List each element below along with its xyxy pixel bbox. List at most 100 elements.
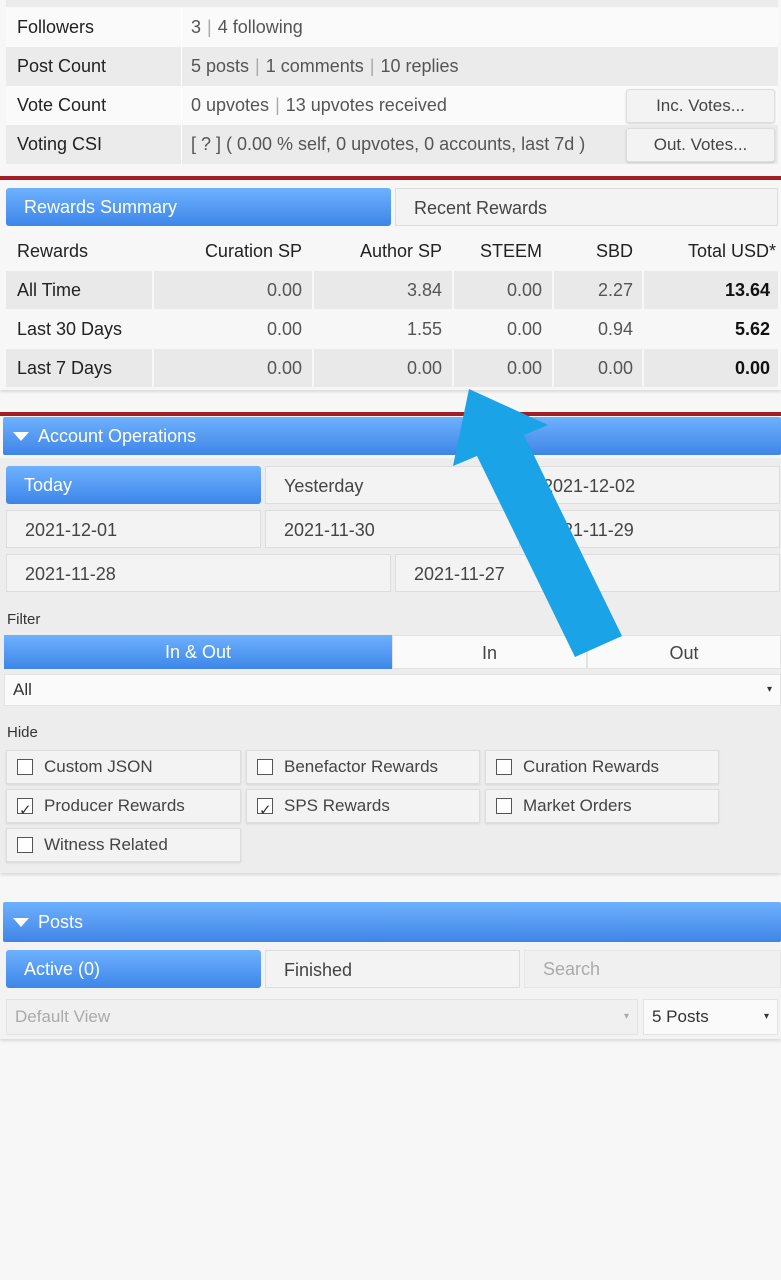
- day-tab[interactable]: 2021-12-01: [6, 510, 261, 548]
- rewards-panel: Rewards Summary Recent Rewards Rewards C…: [0, 180, 781, 390]
- account-operations-panel: Today Yesterday 2021-12-02 2021-12-01 20…: [0, 458, 781, 873]
- header-author-sp: Author SP: [359, 241, 442, 261]
- steem-value: 0.00: [506, 358, 542, 378]
- prev-row-stub: [6, 0, 778, 7]
- stats-row-post-count: Post Count 5 posts | 1 comments | 10 replies: [6, 47, 778, 86]
- filter-in-out[interactable]: In & Out: [4, 635, 392, 669]
- checkbox-sps-rewards[interactable]: ✓ SPS Rewards: [246, 789, 480, 823]
- section-title: Account Operations: [38, 426, 197, 446]
- checkbox-label: Producer Rewards: [44, 796, 185, 815]
- sbd-value: 2.27: [597, 280, 633, 300]
- following-count: 4 following: [217, 17, 303, 37]
- posts-count: 5 posts: [191, 56, 250, 76]
- stats-value: 0 upvotes | 13 upvotes received: [191, 95, 447, 115]
- column-divider: [181, 47, 182, 86]
- section-divider: [0, 412, 781, 416]
- replies-count: 10 replies: [380, 56, 459, 76]
- section-title: Posts: [38, 912, 84, 932]
- checkbox-curation-rewards[interactable]: Curation Rewards: [485, 750, 719, 784]
- column-divider: [181, 125, 182, 164]
- author-sp-value: 3.84: [406, 280, 442, 300]
- curation-sp-value: 0.00: [266, 319, 302, 339]
- steem-value: 0.00: [506, 280, 542, 300]
- followers-count: 3: [191, 17, 202, 37]
- operation-type-select[interactable]: All ▾: [4, 674, 781, 706]
- table-row: Last 30 Days 0.00 1.55 0.00 0.94 5.62: [6, 310, 778, 348]
- day-tab[interactable]: 2021-11-29: [524, 510, 780, 548]
- tab-active-posts[interactable]: Active (0): [6, 950, 261, 988]
- checkbox-label: Benefactor Rewards: [284, 757, 439, 776]
- stats-label: Post Count: [17, 56, 107, 76]
- column-divider: [181, 8, 182, 47]
- column-divider: [181, 86, 182, 125]
- filter-in[interactable]: In: [392, 635, 587, 669]
- curation-sp-value: 0.00: [266, 280, 302, 300]
- stats-row-followers: Followers 3 | 4 following: [6, 8, 778, 47]
- checkbox-label: SPS Rewards: [284, 796, 390, 815]
- incoming-votes-button[interactable]: Inc. Votes...: [626, 89, 775, 123]
- posts-header[interactable]: Posts: [3, 902, 781, 942]
- page: Followers 3 | 4 following Post Count 5 pos…: [0, 0, 781, 1280]
- checkbox-label: Witness Related: [44, 835, 168, 854]
- stats-row-voting-csi: Voting CSI [ ? ] ( 0.00 % self, 0 upvote…: [6, 125, 778, 164]
- filter-out[interactable]: Out: [587, 635, 781, 669]
- header-rewards: Rewards: [17, 241, 89, 261]
- view-select[interactable]: Default View ▾: [6, 999, 638, 1035]
- checkbox-benefactor-rewards[interactable]: Benefactor Rewards: [246, 750, 480, 784]
- row-label: All Time: [17, 280, 82, 300]
- day-tab[interactable]: 2021-12-02: [524, 466, 780, 504]
- day-tab-yesterday[interactable]: Yesterday: [265, 466, 520, 504]
- outgoing-votes-button[interactable]: Out. Votes...: [626, 128, 775, 162]
- table-row: All Time 0.00 3.84 0.00 2.27 13.64: [6, 271, 778, 309]
- day-tab[interactable]: 2021-11-28: [6, 554, 391, 592]
- stats-label: Vote Count: [17, 95, 107, 115]
- upvotes-count: 0 upvotes: [191, 95, 270, 115]
- checkbox-label: Custom JSON: [44, 757, 153, 776]
- day-tab[interactable]: 2021-11-27: [395, 554, 780, 592]
- row-label: Last 7 Days: [17, 358, 113, 378]
- rewards-table-header: Rewards Curation SP Author SP STEEM SBD …: [6, 232, 778, 270]
- hide-label: Hide: [7, 724, 38, 741]
- caret-down-icon: ▾: [623, 1011, 629, 1022]
- header-total-usd: Total USD*: [687, 241, 776, 261]
- checkbox-producer-rewards[interactable]: ✓ Producer Rewards: [6, 789, 241, 823]
- post-count-select[interactable]: 5 Posts ▾: [643, 999, 778, 1035]
- checkbox-icon: [496, 798, 512, 814]
- header-curation-sp: Curation SP: [204, 241, 302, 261]
- stats-value: 3 | 4 following: [191, 17, 303, 37]
- caret-down-icon: ▾: [763, 1011, 769, 1022]
- checkbox-icon: [17, 837, 33, 853]
- upvotes-received: 13 upvotes received: [285, 95, 447, 115]
- total-usd-value: 5.62: [734, 319, 770, 339]
- checkbox-market-orders[interactable]: Market Orders: [485, 789, 719, 823]
- header-sbd: SBD: [595, 241, 633, 261]
- tab-rewards-summary[interactable]: Rewards Summary: [6, 188, 391, 226]
- table-row: Last 7 Days 0.00 0.00 0.00 0.00 0.00: [6, 349, 778, 387]
- author-sp-value: 0.00: [406, 358, 442, 378]
- stats-value: 5 posts | 1 comments | 10 replies: [191, 56, 459, 76]
- select-value: 5 Posts: [652, 1007, 709, 1026]
- day-tab-today[interactable]: Today: [6, 466, 261, 504]
- search-input[interactable]: Search: [524, 950, 781, 988]
- stats-label: Followers: [17, 17, 95, 37]
- collapse-triangle-icon: [13, 432, 29, 441]
- checkbox-witness-related[interactable]: Witness Related: [6, 828, 241, 862]
- stats-value: [ ? ] ( 0.00 % self, 0 upvotes, 0 accoun…: [191, 134, 586, 154]
- comments-count: 1 comments: [265, 56, 364, 76]
- steem-value: 0.00: [506, 319, 542, 339]
- select-value: Default View: [15, 1007, 111, 1026]
- account-operations-header[interactable]: Account Operations: [3, 417, 781, 455]
- column-divider: [152, 349, 154, 387]
- checkbox-custom-json[interactable]: Custom JSON: [6, 750, 241, 784]
- tab-finished-posts[interactable]: Finished: [265, 950, 520, 988]
- checkbox-icon: [257, 759, 273, 775]
- total-usd-value: 0.00: [734, 358, 770, 378]
- checkbox-checked-icon: ✓: [17, 798, 33, 819]
- sbd-value: 0.00: [597, 358, 633, 378]
- filter-label: Filter: [7, 611, 41, 628]
- collapse-triangle-icon: [13, 918, 29, 927]
- tab-recent-rewards[interactable]: Recent Rewards: [395, 188, 778, 226]
- day-tab[interactable]: 2021-11-30: [265, 510, 520, 548]
- checkbox-label: Market Orders: [523, 796, 632, 815]
- checkbox-checked-icon: ✓: [257, 798, 273, 819]
